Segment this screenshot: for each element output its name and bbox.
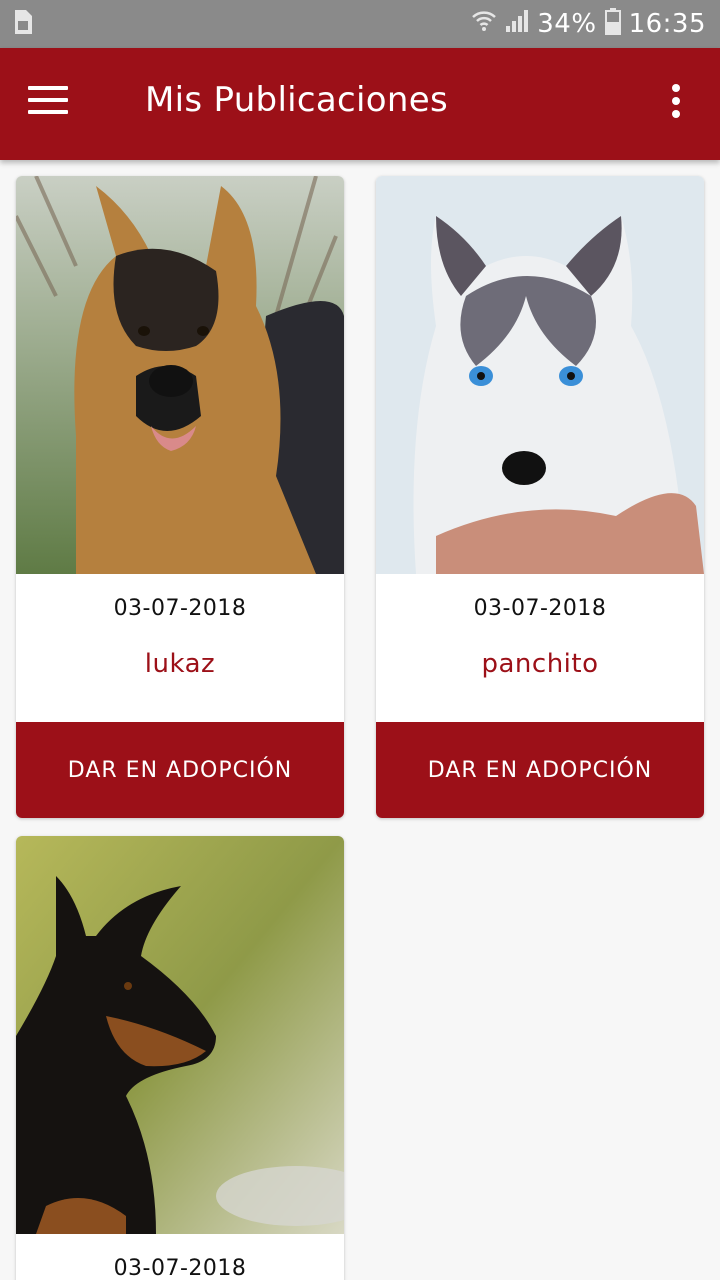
publication-date: 03-07-2018 [473,596,607,621]
adopt-button[interactable]: DAR EN ADOPCIÓN [16,722,344,818]
status-right: 34% 16:35 [471,7,706,42]
publication-card: 03-07-2018 [16,836,344,1280]
page-title: Mis Publicaciones [145,80,448,120]
publication-card: 03-07-2018 lukaz DAR EN ADOPCIÓN [16,176,344,818]
pet-name: lukaz [144,649,216,679]
sim-icon [12,9,34,39]
status-bar: 34% 16:35 [0,0,720,48]
wifi-icon [471,8,497,41]
signal-icon [505,8,529,41]
status-left [12,9,34,39]
german-shepherd-photo[interactable] [16,176,344,574]
publication-date: 03-07-2018 [113,1256,247,1280]
battery-icon [604,7,621,42]
doberman-photo[interactable] [16,836,344,1234]
app-bar: Mis Publicaciones [0,48,720,160]
adopt-button[interactable]: DAR EN ADOPCIÓN [376,722,704,818]
clock: 16:35 [628,9,706,39]
husky-puppy-photo[interactable] [376,176,704,574]
battery-percent: 34% [537,9,597,39]
publication-card: 03-07-2018 panchito DAR EN ADOPCIÓN [376,176,704,818]
publication-date: 03-07-2018 [113,596,247,621]
menu-icon[interactable] [28,86,68,118]
pet-name: panchito [481,649,599,679]
more-vert-icon[interactable] [660,84,692,124]
